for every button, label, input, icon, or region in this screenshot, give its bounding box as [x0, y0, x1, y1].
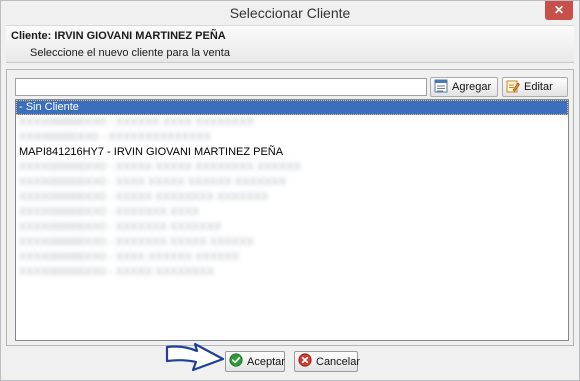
client-header: Cliente: IRVIN GIOVANI MARTINEZ PEÑA Sel… [6, 25, 574, 63]
window-title: Seleccionar Cliente [229, 5, 351, 21]
list-item[interactable]: XXXX000000XX0 - XXXXXXX XXXX [16, 205, 568, 220]
current-client-label: Cliente: IRVIN GIOVANI MARTINEZ PEÑA [11, 30, 226, 42]
add-client-label: Agregar [452, 81, 492, 93]
cancel-button[interactable]: Cancelar [294, 351, 361, 372]
pointer-arrow-icon [165, 342, 225, 372]
list-item[interactable]: - Sin Cliente [16, 100, 568, 115]
header-subtitle: Seleccione el nuevo cliente para la vent… [30, 47, 230, 59]
add-client-button[interactable]: Agregar [430, 77, 498, 97]
title-bar[interactable]: Seleccionar Cliente ✕ [1, 1, 579, 24]
accept-label: Aceptar [247, 355, 285, 368]
list-item[interactable]: XXXX000000XX0 - XXXXXXX XXXXX XXXXXX [16, 235, 568, 250]
list-item[interactable]: MAPI841216HY7 - IRVIN GIOVANI MARTINEZ P… [16, 145, 568, 160]
list-item[interactable]: XXXX000000XX0 - XXXXXXX XXXXXXX [16, 220, 568, 235]
form-icon [434, 79, 448, 96]
check-icon [229, 353, 243, 370]
list-item[interactable]: XXXX000000XX0 - XXXXX XXXXX XXXXXXXX XXX… [16, 160, 568, 175]
cancel-icon [298, 353, 312, 370]
list-item[interactable]: XXXX000000XX0 - XXXXXX XXXX XXXXXXXX [16, 115, 568, 130]
list-item[interactable]: XXXX000000XX0 - XXXXX XXXXXXXX [16, 265, 568, 280]
close-button[interactable]: ✕ [545, 1, 573, 20]
edit-client-label: Editar [524, 81, 553, 93]
edit-client-button[interactable]: Editar [502, 77, 568, 97]
list-item[interactable]: XXX000000XX0 - XXXXXXXXXXXXXX [16, 130, 568, 145]
list-item[interactable]: XXXX000000XX0 - XXXX XXXXX XXXXXX XXXXXX… [16, 175, 568, 190]
client-panel: Agregar Editar - Sin Cliente XXXX000000X… [6, 69, 574, 346]
cancel-label: Cancelar [316, 355, 361, 368]
accept-button[interactable]: Aceptar [225, 351, 285, 372]
list-item[interactable]: XXXX000000XX0 - XXXXX XXXXXXXX XXXXXXX [16, 190, 568, 205]
client-listbox[interactable]: - Sin Cliente XXXX000000XX0 - XXXXXX XXX… [15, 99, 569, 341]
search-input[interactable] [15, 78, 427, 96]
close-icon: ✕ [553, 3, 565, 17]
list-item[interactable]: XXXX000000XX0 - XXXX XXXXXX XXXXXX [16, 250, 568, 265]
dialog-window: Seleccionar Cliente ✕ Cliente: IRVIN GIO… [0, 0, 580, 381]
edit-icon [506, 79, 520, 96]
